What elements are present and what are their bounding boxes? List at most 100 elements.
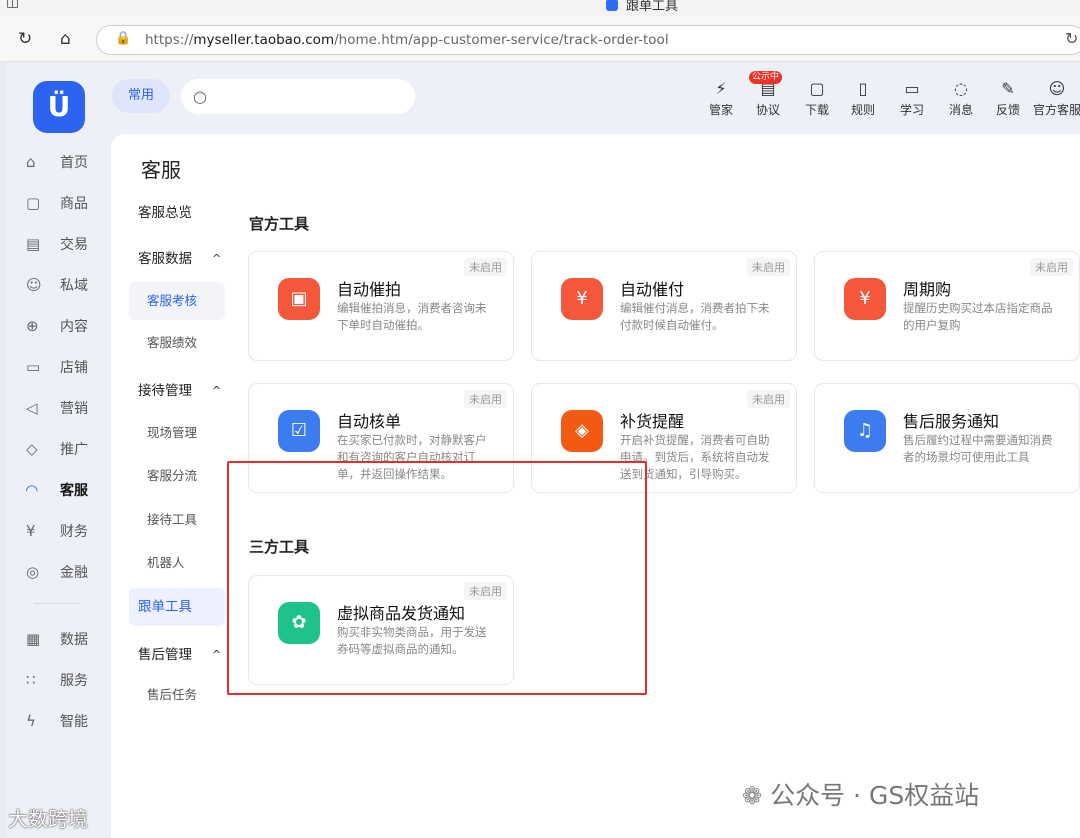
left-nav-item-11[interactable]: ◎ 金融 [26, 562, 106, 586]
search-input[interactable]: ○ [181, 79, 415, 114]
headset-icon: ◠ [26, 481, 38, 499]
goods-icon: ▢ [26, 194, 41, 212]
feedback-icon: ✎ [1001, 79, 1015, 98]
sub-nav-item-8[interactable]: 接待工具 [129, 501, 225, 539]
left-nav-item-6[interactable]: ▭ 店铺 [26, 357, 106, 381]
left-nav-label: 内容 [60, 319, 88, 335]
sub-nav-label: 客服数据 [138, 251, 192, 267]
home-icon[interactable]: ⌂ [60, 29, 71, 49]
sub-nav-title: 客服 [141, 158, 181, 182]
left-nav-item-13[interactable]: ∷ 服务 [26, 670, 106, 694]
notice-badge: 公示中 [749, 71, 783, 84]
tool-title: 售后服务通知 [903, 412, 1000, 431]
left-nav-item-12[interactable]: ▦ 数据 [26, 629, 106, 653]
sub-nav-item-5[interactable]: 接待管理 ^ [129, 372, 225, 410]
tool-description: 编辑催拍消息，消费者咨询未下单时自动催拍。 [337, 301, 487, 332]
left-nav-item-1[interactable]: ⌂ 首页 [26, 152, 106, 176]
left-nav-label: 金融 [60, 565, 88, 581]
nav-divider [34, 603, 80, 604]
extension-icon[interactable]: ↻ [1065, 29, 1078, 48]
tool-card[interactable]: 未启用 ¥ 自动催付 编辑催付消息，消费者拍下未付款时候自动催付。 [531, 251, 797, 361]
sub-nav-label: 客服分流 [147, 468, 198, 483]
topnav-learn[interactable]: ▭ 学习 [887, 78, 937, 120]
left-nav-item-5[interactable]: ⊕ 内容 [26, 316, 106, 340]
tool-title: 周期购 [903, 280, 952, 299]
sub-nav-item-10[interactable]: 跟单工具 [129, 588, 225, 626]
sub-nav-label: 客服绩效 [147, 335, 198, 350]
tool-card[interactable]: 未启用 ¥ 周期购 提醒历史购买过本店指定商品的用户复购 [814, 251, 1080, 361]
sub-nav-item-6[interactable]: 现场管理 [129, 414, 225, 452]
search-icon: ○ [193, 87, 207, 106]
topnav-label: 规则 [850, 103, 875, 117]
brand-logo[interactable]: Ü [33, 81, 85, 133]
home-icon: ⌂ [26, 153, 36, 171]
chevron-up-icon[interactable]: ^ [212, 372, 221, 410]
topnav-support[interactable]: ☺ 官方客服 [1032, 78, 1080, 120]
chevron-up-icon[interactable]: ^ [212, 636, 221, 674]
sub-nav-label: 接待管理 [138, 383, 192, 399]
cart-icon: ▣ [278, 278, 320, 320]
promote-icon: ◇ [26, 440, 38, 458]
left-nav-item-14[interactable]: ϟ 智能 [26, 711, 106, 735]
sub-nav-item-11[interactable]: 售后管理 ^ [129, 636, 225, 674]
tool-description: 提醒历史购买过本店指定商品的用户复购 [903, 301, 1053, 332]
checkbox-icon: ☑ [278, 410, 320, 452]
download-icon: ▢ [809, 79, 825, 98]
sub-nav-item-12[interactable]: 售后任务 [129, 676, 225, 714]
status-badge: 未启用 [464, 258, 507, 276]
url-field[interactable]: 🔒 https://myseller.taobao.com/home.htm/a… [96, 25, 1080, 55]
chevron-up-icon[interactable]: ^ [212, 240, 221, 278]
sub-nav-label: 客服考核 [147, 293, 198, 308]
bell-icon: ♫ [844, 410, 886, 452]
sub-nav-label: 售后管理 [138, 647, 192, 663]
left-nav-item-4[interactable]: ☺ 私域 [26, 275, 106, 299]
topnav-download[interactable]: ▢ 下载 [792, 78, 842, 120]
left-nav-item-3[interactable]: ▤ 交易 [26, 234, 106, 258]
url-text[interactable]: https://myseller.taobao.com/home.htm/app… [145, 32, 669, 48]
highlight-box [227, 461, 647, 695]
sidebar-icon[interactable]: ◫ [6, 0, 19, 10]
left-nav-label: 财务 [60, 524, 88, 540]
sub-nav-item-3[interactable]: 客服考核 [129, 282, 225, 320]
left-nav-label: 私域 [60, 278, 88, 294]
watermark: ❁ 公众号 · GS权益站 [742, 776, 979, 812]
left-nav-item-8[interactable]: ◇ 推广 [26, 439, 106, 463]
sub-nav-item-4[interactable]: 客服绩效 [129, 324, 225, 362]
users-icon: ☺ [26, 276, 42, 294]
topnav-feedback[interactable]: ✎ 反馈 [983, 78, 1033, 120]
topnav-book[interactable]: ▯ 规则 [838, 78, 888, 120]
topnav-agreement[interactable]: ▤ 协议 公示中 [743, 71, 793, 120]
left-nav-label: 数据 [60, 632, 88, 648]
reload-icon[interactable]: ↻ [18, 29, 32, 49]
sub-nav-label: 售后任务 [147, 687, 198, 702]
left-nav-label: 首页 [60, 155, 88, 171]
topnav-lightning[interactable]: ⚡ 管家 [696, 78, 746, 120]
sub-nav-label: 跟单工具 [138, 599, 192, 615]
left-nav-label: 店铺 [60, 360, 88, 376]
support-icon: ☺ [1048, 79, 1066, 98]
sub-nav-label: 客服总览 [138, 205, 192, 221]
sub-nav-item-2[interactable]: 客服数据 ^ [129, 240, 225, 278]
status-badge: 未启用 [464, 390, 507, 408]
sub-nav-item-9[interactable]: 机器人 [129, 544, 225, 582]
tool-card[interactable]: 未启用 ▣ 自动催拍 编辑催拍消息，消费者咨询未下单时自动催拍。 [248, 251, 514, 361]
left-nav-item-2[interactable]: ▢ 商品 [26, 193, 106, 217]
chart-icon: ▦ [26, 630, 41, 648]
left-nav-item-9[interactable]: ◠ 客服 [26, 480, 106, 504]
window-title-text: 跟单工具 [626, 0, 679, 14]
book-icon: ▯ [858, 79, 868, 98]
left-nav-item-10[interactable]: ¥ 财务 [26, 521, 106, 545]
topnav-message[interactable]: ◌ 消息 [936, 78, 986, 120]
left-nav-label: 客服 [60, 483, 88, 499]
address-bar: ↻ ⌂ 🔒 https://myseller.taobao.com/home.h… [0, 16, 1080, 62]
tool-card[interactable]: ♫ 售后服务通知 售后履约过程中需要通知消费者的场景均可使用此工具 [814, 383, 1080, 493]
brand-watermark: 大数跨境 [8, 803, 88, 832]
status-badge: 未启用 [1030, 258, 1073, 276]
sub-nav-item-1[interactable]: 客服总览 [129, 194, 225, 232]
sub-nav-label: 接待工具 [147, 512, 198, 527]
left-nav-label: 服务 [60, 673, 88, 689]
frequent-button[interactable]: 常用 [112, 79, 170, 113]
sub-nav-item-7[interactable]: 客服分流 [129, 457, 225, 495]
left-nav-item-7[interactable]: ◁ 营销 [26, 398, 106, 422]
learn-icon: ▭ [904, 79, 920, 98]
